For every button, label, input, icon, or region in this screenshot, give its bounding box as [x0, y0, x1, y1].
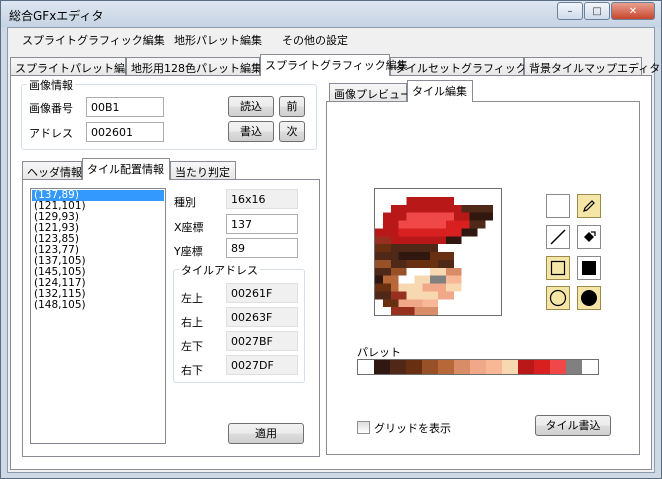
tab-bg-tilemap[interactable]: 背景タイルマップエディタ	[524, 57, 660, 76]
tile-list[interactable]: (137,89) (121,101) (129,93) (121,93) (12…	[30, 188, 166, 444]
rect-outline-icon[interactable]	[546, 256, 570, 280]
next-button[interactable]: 次	[279, 121, 305, 142]
palette-swatch[interactable]	[534, 360, 550, 374]
tab-hitbox[interactable]: 当たり判定	[170, 161, 236, 180]
tab-sprite-graphic[interactable]: スプライトグラフィック編集	[260, 54, 408, 76]
x-coord-label: X座標	[174, 221, 204, 234]
palette-swatch[interactable]	[422, 360, 438, 374]
x-coord-field[interactable]: 137	[226, 214, 298, 234]
tab-header-info[interactable]: ヘッダ情報	[22, 161, 82, 180]
palette-label: パレット	[357, 346, 401, 359]
menu-sprite-graphic[interactable]: スプライトグラフィック編集	[22, 32, 165, 48]
top-left-field: 00261F	[226, 283, 298, 303]
palette-bar	[357, 359, 599, 375]
prev-button[interactable]: 前	[279, 96, 305, 117]
main-tab-strip: スプライトパレット編集 地形用128色パレット編集 スプライトグラフィック編集 …	[10, 54, 660, 76]
tab-tile-layout[interactable]: タイル配置情報	[82, 158, 170, 180]
menu-bar: スプライトグラフィック編集 地形パレット編集 その他の設定	[8, 28, 654, 50]
y-coord-field[interactable]: 89	[226, 238, 298, 258]
grid-checkbox-label: グリッドを表示	[374, 422, 451, 435]
palette-swatch[interactable]	[406, 360, 422, 374]
menu-other-settings[interactable]: その他の設定	[282, 32, 348, 48]
image-info-label: 画像情報	[27, 77, 75, 93]
bottom-left-label: 左下	[181, 340, 203, 353]
blank-swatch[interactable]	[546, 194, 570, 218]
close-button[interactable]: ✕	[611, 2, 655, 20]
address-label: アドレス	[29, 127, 73, 140]
list-item[interactable]: (148,105)	[32, 300, 164, 311]
ellipse-outline-icon[interactable]	[546, 286, 570, 310]
apply-button[interactable]: 適用	[228, 423, 304, 444]
minimize-button[interactable]: –	[557, 2, 583, 20]
image-number-label: 画像番号	[29, 102, 73, 115]
fill-bucket-icon[interactable]	[577, 225, 601, 249]
top-right-field: 00263F	[226, 307, 298, 327]
grid-checkbox[interactable]	[357, 421, 370, 434]
y-coord-label: Y座標	[174, 245, 203, 258]
type-field: 16x16	[226, 189, 298, 209]
rect-filled-icon[interactable]	[577, 256, 601, 280]
tile-write-button[interactable]: タイル書込	[535, 415, 611, 436]
pencil-icon[interactable]	[577, 194, 601, 218]
palette-swatch[interactable]	[470, 360, 486, 374]
palette-swatch[interactable]	[566, 360, 582, 374]
tab-tileset-graphic[interactable]: タイルセットグラフィック編集	[390, 57, 549, 76]
write-button[interactable]: 書込	[228, 121, 274, 142]
image-number-field[interactable]: 00B1	[86, 97, 164, 117]
tile-address-label: タイルアドレス	[179, 262, 260, 278]
tile-edit-canvas[interactable]	[374, 188, 502, 316]
bottom-left-field: 0027BF	[226, 331, 298, 351]
maximize-button[interactable]: □	[584, 2, 610, 20]
line-icon[interactable]	[546, 225, 570, 249]
tile-pixel-art	[375, 189, 501, 315]
palette-swatch[interactable]	[390, 360, 406, 374]
top-left-label: 左上	[181, 292, 203, 305]
load-button[interactable]: 読込	[228, 96, 274, 117]
tab-terrain-palette[interactable]: 地形用128色パレット編集	[126, 57, 262, 76]
window-title: 総合GFxエディタ	[9, 9, 104, 23]
palette-swatch[interactable]	[454, 360, 470, 374]
palette-swatch[interactable]	[550, 360, 566, 374]
bottom-right-label: 右下	[181, 364, 203, 377]
palette-swatch[interactable]	[374, 360, 390, 374]
title-bar: 総合GFxエディタ – □ ✕	[1, 1, 661, 27]
palette-swatch[interactable]	[438, 360, 454, 374]
app-window: 総合GFxエディタ – □ ✕ スプライトグラフィック編集 地形パレット編集 そ…	[0, 0, 662, 479]
menu-terrain-palette[interactable]: 地形パレット編集	[174, 32, 262, 48]
palette-swatch[interactable]	[358, 360, 374, 374]
tab-image-preview[interactable]: 画像プレビュー	[329, 83, 411, 102]
type-label: 種別	[174, 196, 196, 209]
top-right-label: 右上	[181, 316, 203, 329]
palette-swatch[interactable]	[486, 360, 502, 374]
tab-tile-edit[interactable]: タイル編集	[407, 80, 473, 102]
palette-swatch[interactable]	[582, 360, 598, 374]
palette-swatch[interactable]	[502, 360, 518, 374]
ellipse-filled-icon[interactable]	[577, 286, 601, 310]
bottom-right-field: 0027DF	[226, 355, 298, 375]
address-field[interactable]: 002601	[86, 122, 164, 142]
palette-swatch[interactable]	[518, 360, 534, 374]
tab-sprite-palette[interactable]: スプライトパレット編集	[10, 57, 136, 76]
window-controls: – □ ✕	[557, 2, 655, 20]
